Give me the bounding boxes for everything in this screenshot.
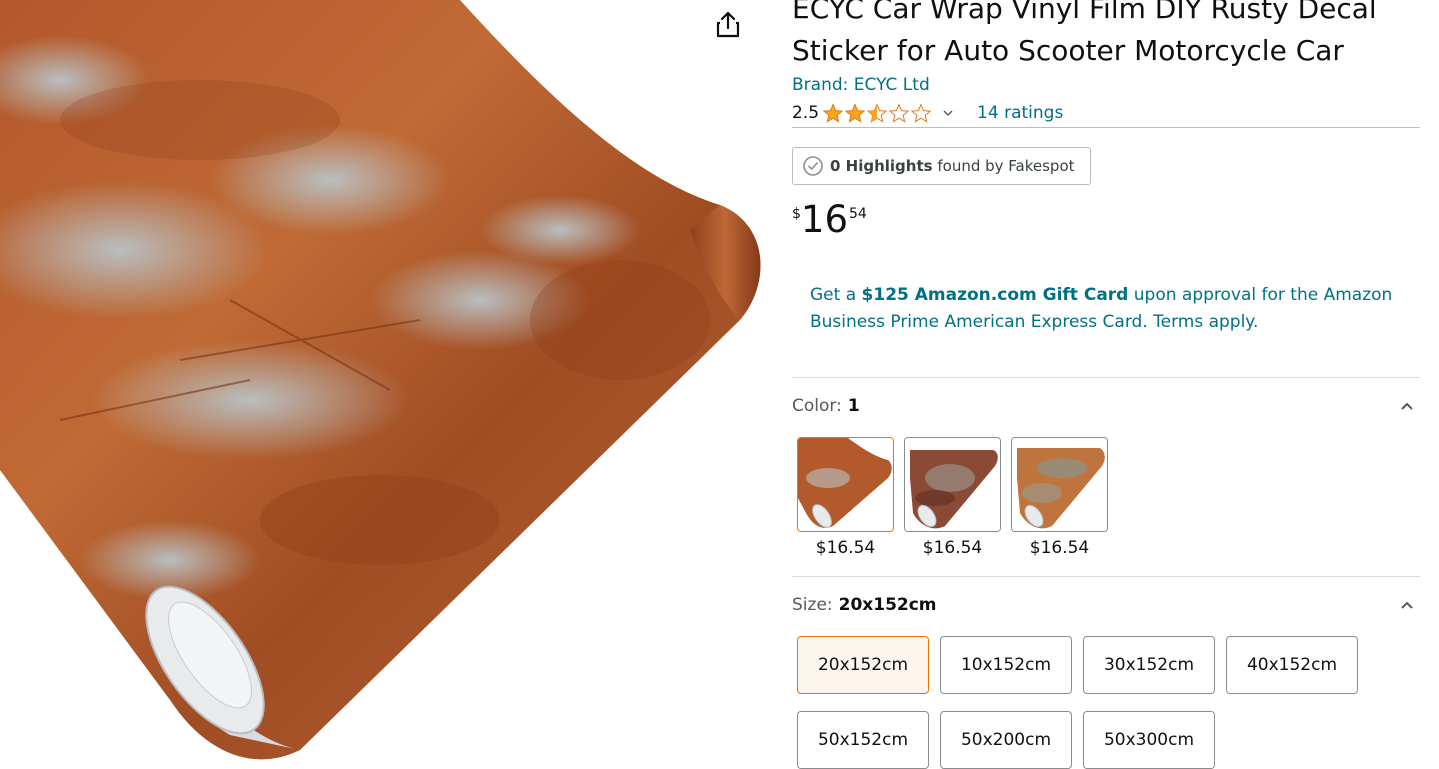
color-swatch-1[interactable]: $16.54 bbox=[797, 437, 894, 558]
size-option-40x152cm[interactable]: 40x152cm bbox=[1226, 636, 1358, 694]
color-swatch-image bbox=[1011, 437, 1108, 532]
size-option-50x152cm[interactable]: 50x152cm bbox=[797, 711, 929, 769]
brand-link[interactable]: Brand: ECYC Ltd bbox=[792, 75, 930, 95]
star-rating[interactable] bbox=[823, 102, 931, 124]
chevron-up-icon bbox=[1401, 402, 1413, 410]
rating-value: 2.5 bbox=[792, 103, 820, 123]
color-swatch-image bbox=[904, 437, 1001, 532]
fakespot-suffix: found by Fakespot bbox=[937, 157, 1075, 175]
size-selected-value: 20x152cm bbox=[838, 595, 937, 615]
promo-highlight: $125 Amazon.com Gift Card bbox=[861, 285, 1129, 305]
chevron-down-icon bbox=[943, 110, 953, 116]
price-fraction: 54 bbox=[849, 206, 867, 222]
price-symbol: $ bbox=[792, 206, 801, 222]
price: $ 16 54 bbox=[792, 200, 867, 240]
product-title: ECYC Car Wrap Vinyl Film DIY Rusty Decal… bbox=[792, 0, 1377, 67]
size-label: Size: bbox=[792, 595, 833, 615]
divider bbox=[792, 127, 1420, 128]
ratings-count-link[interactable]: 14 ratings bbox=[977, 103, 1063, 123]
size-option-50x200cm[interactable]: 50x200cm bbox=[940, 711, 1072, 769]
star-rating-icon bbox=[823, 104, 931, 123]
size-options: 20x152cm 10x152cm 30x152cm 40x152cm 50x1… bbox=[797, 636, 1387, 769]
color-selected-value: 1 bbox=[847, 396, 860, 416]
color-swatch-3[interactable]: $16.54 bbox=[1011, 437, 1108, 558]
divider bbox=[792, 576, 1420, 577]
rusty-vinyl-roll-image bbox=[0, 0, 761, 760]
divider bbox=[792, 377, 1420, 378]
gift-card-promo-link[interactable]: Get a $125 Amazon.com Gift Card upon app… bbox=[810, 282, 1410, 336]
check-circle-icon bbox=[803, 156, 823, 176]
chevron-up-icon bbox=[1401, 601, 1413, 609]
rating-row: 2.5 14 ratings bbox=[792, 101, 1063, 125]
size-option-30x152cm[interactable]: 30x152cm bbox=[1083, 636, 1215, 694]
color-swatch-price: $16.54 bbox=[922, 538, 983, 558]
color-swatch-2[interactable]: $16.54 bbox=[904, 437, 1001, 558]
price-whole: 16 bbox=[800, 198, 849, 241]
color-swatch-price: $16.54 bbox=[1029, 538, 1090, 558]
promo-prefix: Get a bbox=[810, 285, 862, 305]
color-label: Color: bbox=[792, 396, 842, 416]
fakespot-highlights-button[interactable]: 0 Highlights found by Fakespot bbox=[792, 147, 1091, 185]
color-section-header[interactable]: Color: 1 bbox=[792, 396, 1420, 416]
color-swatches: $16.54 $16.54 $16.54 bbox=[797, 437, 1108, 558]
color-swatch-image bbox=[797, 437, 894, 532]
share-icon bbox=[716, 11, 740, 38]
share-button[interactable] bbox=[712, 8, 744, 40]
size-option-10x152cm[interactable]: 10x152cm bbox=[940, 636, 1072, 694]
fakespot-count: 0 Highlights bbox=[830, 157, 933, 175]
color-swatch-price: $16.54 bbox=[815, 538, 876, 558]
product-main-image[interactable] bbox=[0, 0, 780, 765]
rating-details-toggle[interactable] bbox=[943, 109, 957, 117]
size-section-header[interactable]: Size: 20x152cm bbox=[792, 595, 1420, 615]
size-option-20x152cm[interactable]: 20x152cm bbox=[797, 636, 929, 694]
size-option-50x300cm[interactable]: 50x300cm bbox=[1083, 711, 1215, 769]
